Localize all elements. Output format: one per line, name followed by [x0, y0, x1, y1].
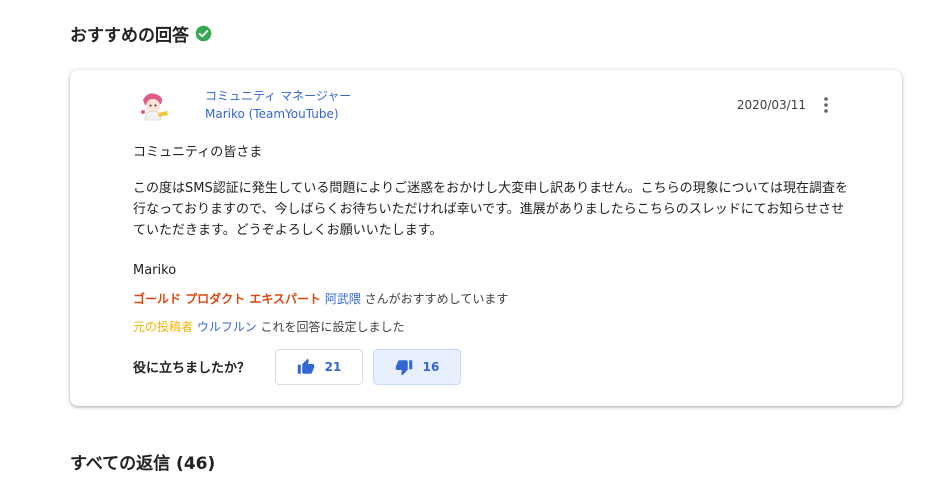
upvote-count: 21 — [325, 360, 342, 374]
answer-message: この度はSMS認証に発生している問題によりご迷惑をおかけし大変申し訳ありません。… — [133, 178, 853, 241]
endorsement-suffix: さんがおすすめしています — [365, 292, 509, 306]
original-poster-badge: 元の投稿者 — [133, 320, 193, 334]
answer-signature: Mariko — [133, 260, 853, 281]
recommended-answer-title: おすすめの回答 — [70, 21, 189, 46]
more-vert-icon — [824, 97, 828, 113]
thumbs-down-icon — [395, 358, 413, 376]
all-replies-heading: すべての返信 (46) — [70, 449, 215, 474]
endorser-name-link[interactable]: 阿武隈 — [325, 292, 361, 306]
check-circle-icon — [195, 25, 212, 42]
downvote-count: 16 — [423, 360, 440, 374]
more-options-button[interactable] — [818, 94, 834, 116]
author-role-link[interactable]: コミュニティ マネージャー — [205, 87, 351, 104]
community-manager-avatar — [134, 86, 174, 126]
upvote-button[interactable]: 21 — [275, 349, 363, 385]
helpful-question: 役に立ちましたか？ — [133, 357, 250, 376]
recommended-answer-card: コミュニティ マネージャー Mariko (TeamYouTube) 2020/… — [70, 70, 902, 406]
accepted-answer-note: 元の投稿者 ウルフルン これを回答に設定しました — [133, 318, 404, 335]
post-date: 2020/03/11 — [737, 98, 806, 112]
expert-endorsement: ゴールド プロダクト エキスパート 阿武隈 さんがおすすめしています — [133, 290, 508, 307]
answer-greeting: コミュニティの皆さま — [133, 142, 853, 163]
recommended-answer-heading: おすすめの回答 — [70, 21, 212, 46]
original-poster-name-link[interactable]: ウルフルン — [197, 320, 257, 334]
author-name-link[interactable]: Mariko (TeamYouTube) — [205, 107, 339, 121]
gold-expert-badge[interactable]: ゴールド プロダクト エキスパート — [133, 292, 321, 306]
thumbs-up-icon — [297, 358, 315, 376]
downvote-button[interactable]: 16 — [373, 349, 461, 385]
accepted-suffix: これを回答に設定しました — [260, 320, 404, 334]
